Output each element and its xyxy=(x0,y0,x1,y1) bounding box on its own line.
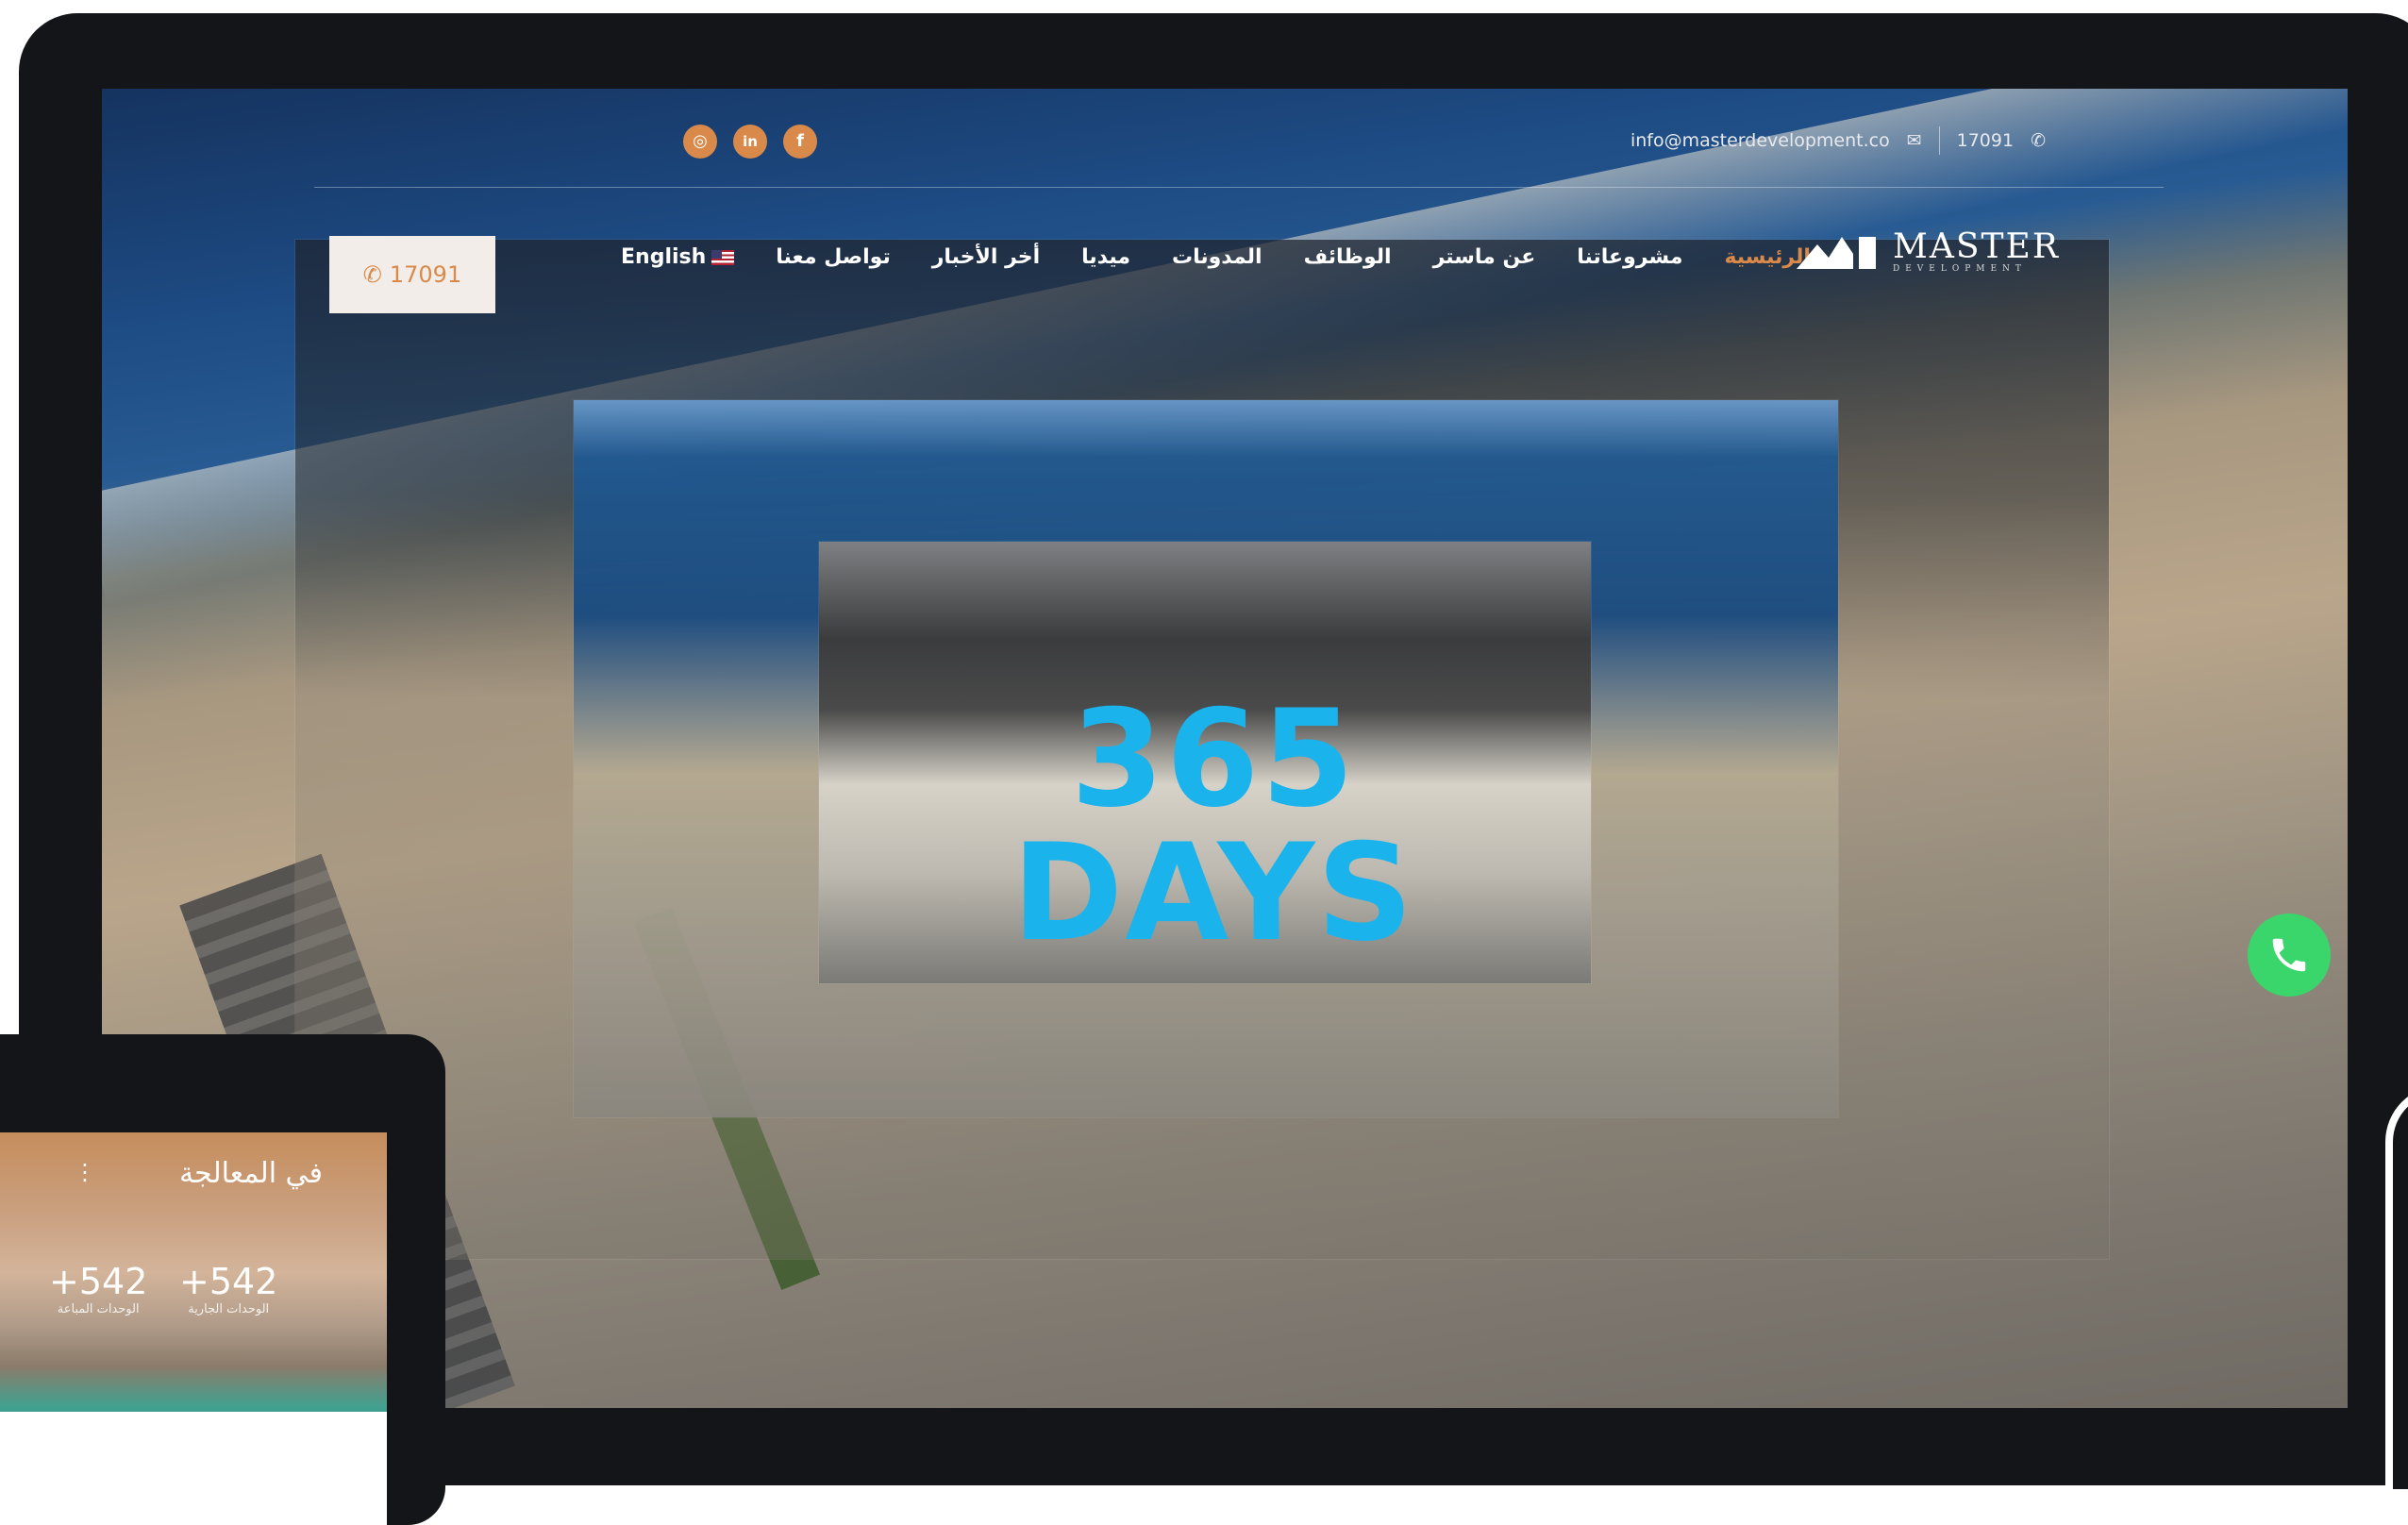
language-label: English xyxy=(621,245,707,269)
stat-value: +542 xyxy=(49,1261,148,1302)
facebook-icon[interactable]: f xyxy=(783,125,817,159)
menu-dots-icon[interactable]: ⋮ xyxy=(74,1159,96,1185)
linkedin-icon[interactable]: in xyxy=(733,125,767,159)
logo-text: MASTER DEVELOPMENT xyxy=(1893,227,2060,275)
brand-logo[interactable]: MASTER DEVELOPMENT xyxy=(1797,230,2060,274)
logo-main-text: MASTER xyxy=(1893,227,2060,266)
call-button[interactable] xyxy=(2248,913,2331,997)
stat-label: الوحدات المباعة xyxy=(57,1302,140,1316)
nav-media[interactable]: ميديا xyxy=(1081,245,1130,269)
nav-contact[interactable]: تواصل معنا xyxy=(776,245,890,269)
main-nav: English تواصل معنا أخر الأخبار ميديا الم… xyxy=(621,245,1811,269)
phone-frame-edge xyxy=(2385,1085,2408,1497)
tablet-frame: ⋮ في المعالجة +542 الوحدات الجارية +542 … xyxy=(0,1034,445,1525)
divider xyxy=(1938,126,1940,155)
nav-about[interactable]: عن ماستر xyxy=(1433,245,1536,269)
instagram-icon[interactable]: ◎ xyxy=(683,125,717,159)
top-contact: info@masterdevelopment.co ✉ 17091 ✆ xyxy=(1630,126,2046,155)
email-link[interactable]: info@masterdevelopment.co xyxy=(1630,130,1890,151)
nav-careers[interactable]: الوظائف xyxy=(1304,245,1392,269)
logo-mark-icon xyxy=(1797,237,1876,269)
phone-icon: ✆ xyxy=(2031,130,2046,151)
social-links: ◎ in f xyxy=(683,125,817,159)
topbar-divider xyxy=(314,187,2164,188)
hero-headline: 365 DAYS xyxy=(1012,681,1415,971)
stat-item: +542 الوحدات الجارية xyxy=(179,1261,277,1316)
mail-icon: ✉ xyxy=(1906,130,1922,151)
nav-blogs[interactable]: المدونات xyxy=(1172,245,1263,269)
phone-link[interactable]: 17091 xyxy=(1957,130,2014,151)
phone-button-label: 17091 xyxy=(389,261,462,288)
us-flag-icon xyxy=(711,250,735,265)
stat-label: الوحدات الجارية xyxy=(188,1302,270,1316)
phone-button[interactable]: ✆ 17091 xyxy=(329,236,495,313)
phone-handset-icon xyxy=(2272,938,2306,972)
stat-value: +542 xyxy=(179,1261,278,1302)
phone-icon: ✆ xyxy=(362,261,382,288)
tablet-title: في المعالجة xyxy=(179,1157,323,1190)
nav-projects[interactable]: مشروعاتنا xyxy=(1577,245,1682,269)
tablet-content-area xyxy=(0,1412,387,1525)
stat-item: +542 الوحدات المباعة xyxy=(49,1261,147,1316)
nav-news[interactable]: أخر الأخبار xyxy=(932,245,1040,269)
language-switch[interactable]: English xyxy=(621,245,735,269)
tablet-screen: ⋮ في المعالجة +542 الوحدات الجارية +542 … xyxy=(0,1132,387,1444)
top-bar: ◎ in f info@masterdevelopment.co ✉ 17091… xyxy=(102,89,2348,188)
logo-sub-text: DEVELOPMENT xyxy=(1893,264,2027,274)
